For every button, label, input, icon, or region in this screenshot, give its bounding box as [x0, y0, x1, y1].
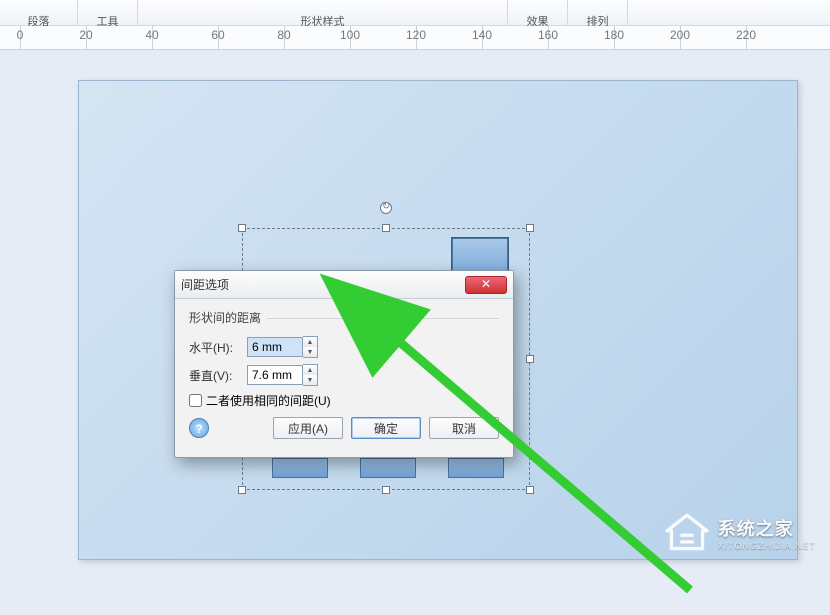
- ribbon-group-tools[interactable]: 工具: [78, 0, 138, 25]
- resize-handle[interactable]: [382, 224, 390, 232]
- spin-up-icon[interactable]: ▲: [303, 365, 317, 375]
- horizontal-label: 水平(H):: [189, 339, 247, 356]
- horizontal-input[interactable]: [247, 337, 303, 357]
- canvas-area[interactable]: 间距选项 ✕ 形状间的距离 水平(H): ▲ ▼ 垂直(V):: [0, 50, 830, 565]
- shape[interactable]: [272, 458, 328, 478]
- ribbon-group-shapestyle[interactable]: 形状样式: [138, 0, 508, 25]
- ok-button[interactable]: 确定: [351, 417, 421, 439]
- resize-handle[interactable]: [238, 486, 246, 494]
- resize-handle[interactable]: [526, 355, 534, 363]
- spacing-options-dialog: 间距选项 ✕ 形状间的距离 水平(H): ▲ ▼ 垂直(V):: [174, 270, 514, 458]
- dialog-title: 间距选项: [181, 276, 465, 293]
- ribbon-group-effects[interactable]: 效果: [508, 0, 568, 25]
- vertical-label: 垂直(V):: [189, 367, 247, 384]
- watermark: 系统之家 XITONGZHIJIA.NET: [664, 513, 816, 553]
- spin-down-icon[interactable]: ▼: [303, 347, 317, 357]
- group-label: 形状间的距离: [189, 309, 499, 326]
- resize-handle[interactable]: [526, 486, 534, 494]
- ribbon: 段落 工具 形状样式 效果 排列: [0, 0, 830, 26]
- shape[interactable]: [448, 458, 504, 478]
- vertical-input[interactable]: [247, 365, 303, 385]
- same-spacing-label: 二者使用相同的间距(U): [206, 392, 331, 409]
- ribbon-group-arrange[interactable]: 排列: [568, 0, 628, 25]
- watermark-logo-icon: [664, 513, 710, 553]
- close-button[interactable]: ✕: [465, 276, 507, 294]
- watermark-title: 系统之家: [718, 515, 816, 541]
- spin-up-icon[interactable]: ▲: [303, 337, 317, 347]
- resize-handle[interactable]: [238, 224, 246, 232]
- ribbon-group-paragraph[interactable]: 段落: [0, 0, 78, 25]
- resize-handle[interactable]: [382, 486, 390, 494]
- horizontal-ruler: 020406080100120140160180200220: [0, 26, 830, 50]
- horizontal-spinner[interactable]: ▲ ▼: [247, 336, 318, 358]
- close-icon: ✕: [481, 277, 491, 291]
- help-icon: ?: [195, 422, 202, 436]
- same-spacing-checkbox[interactable]: [189, 394, 202, 407]
- shape[interactable]: [360, 458, 416, 478]
- rotate-handle-icon[interactable]: [380, 202, 392, 214]
- dialog-titlebar[interactable]: 间距选项 ✕: [175, 271, 513, 299]
- vertical-spinner[interactable]: ▲ ▼: [247, 364, 318, 386]
- cancel-button[interactable]: 取消: [429, 417, 499, 439]
- spin-down-icon[interactable]: ▼: [303, 375, 317, 385]
- help-button[interactable]: ?: [189, 418, 209, 438]
- apply-button[interactable]: 应用(A): [273, 417, 343, 439]
- watermark-url: XITONGZHIJIA.NET: [718, 541, 816, 551]
- resize-handle[interactable]: [526, 224, 534, 232]
